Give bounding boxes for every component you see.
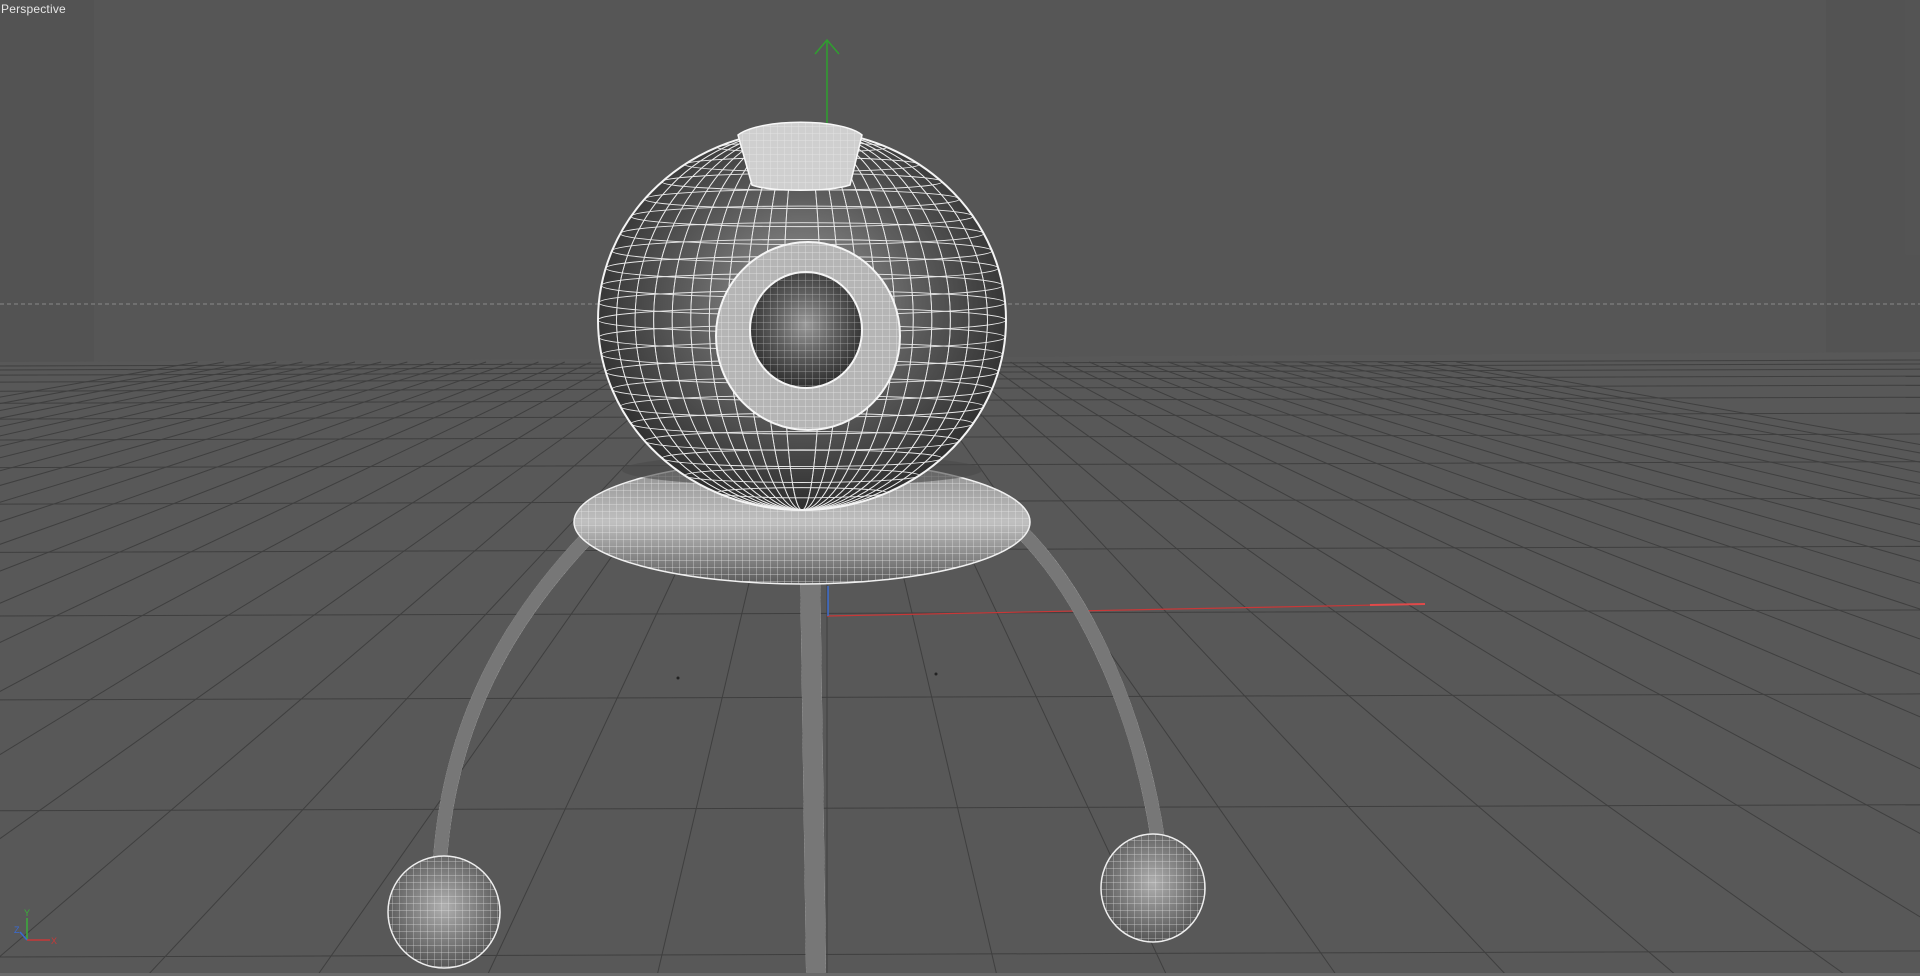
hatch[interactable] bbox=[737, 121, 863, 191]
foot-right[interactable] bbox=[1100, 833, 1206, 943]
gizmo-label-y: Y bbox=[24, 908, 30, 918]
floor-point bbox=[934, 672, 938, 676]
move-gizmo-y[interactable] bbox=[814, 38, 840, 128]
floor-plane bbox=[0, 352, 1920, 976]
world-x-axis-ext bbox=[1369, 603, 1426, 606]
viewport-perspective[interactable]: Y Z X Perspective bbox=[0, 0, 1920, 976]
viewport-label[interactable]: Perspective bbox=[1, 2, 66, 16]
leg-center[interactable] bbox=[800, 555, 826, 976]
porthole[interactable] bbox=[715, 241, 901, 431]
floor-point bbox=[676, 676, 680, 680]
foot-left[interactable] bbox=[387, 855, 501, 969]
gizmo-label-x: X bbox=[51, 936, 57, 946]
scene-canvas[interactable]: Y Z X bbox=[0, 0, 1920, 976]
gizmo-label-z: Z bbox=[14, 925, 20, 935]
